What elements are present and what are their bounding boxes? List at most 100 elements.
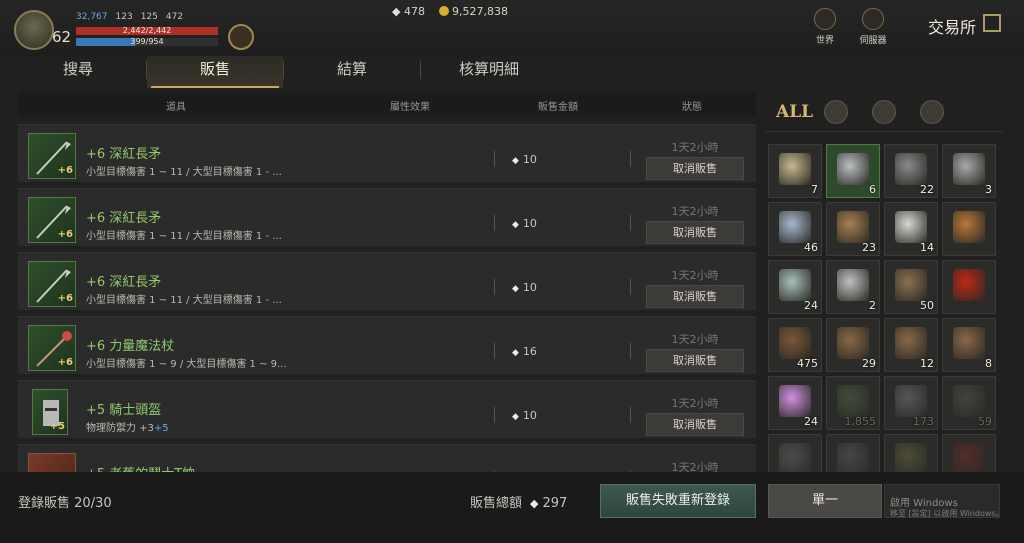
- inventory-slot[interactable]: 6: [826, 144, 880, 198]
- server-icon: [862, 8, 884, 30]
- tab-settle[interactable]: 結算: [284, 56, 420, 88]
- cancel-sale-button[interactable]: 取消販售: [646, 349, 744, 372]
- inventory-slot[interactable]: [768, 434, 822, 474]
- gold-count: 9,527,838: [451, 5, 508, 18]
- listing-list[interactable]: +6 +6 深紅長矛 小型目標傷害 1 ~ 11 / 大型目標傷害 1 - ..…: [18, 120, 758, 472]
- header-item: 道具: [166, 102, 186, 113]
- cancel-sale-button[interactable]: 取消販售: [646, 413, 744, 436]
- helmet-category-icon[interactable]: [824, 100, 848, 124]
- item-quantity: 7: [811, 183, 818, 196]
- tab-sell[interactable]: 販售: [147, 56, 283, 88]
- inventory-slot[interactable]: 23: [826, 202, 880, 256]
- inventory-slot[interactable]: 475: [768, 318, 822, 372]
- inventory-slot[interactable]: 1,855: [826, 376, 880, 430]
- diamond-icon: ◆: [512, 348, 519, 358]
- inventory-slot[interactable]: [942, 202, 996, 256]
- cancel-sale-button[interactable]: 取消販售: [646, 157, 744, 180]
- item-effect: 小型目標傷害 1 ~ 11 / 大型目標傷害 1 - ...: [86, 295, 282, 306]
- item-icon: [779, 153, 811, 185]
- inventory-slot[interactable]: 29: [826, 318, 880, 372]
- enhance-level: +6: [57, 357, 73, 368]
- inventory-slot[interactable]: 46: [768, 202, 822, 256]
- listing-row[interactable]: +6 +6 深紅長矛 小型目標傷害 1 ~ 11 / 大型目標傷害 1 - ..…: [18, 188, 756, 246]
- cancel-sale-button[interactable]: 取消販售: [646, 285, 744, 308]
- listing-row[interactable]: +6 +6 深紅長矛 小型目標傷害 1 ~ 11 / 大型目標傷害 1 - ..…: [18, 252, 756, 310]
- enhance-level: +6: [57, 293, 73, 304]
- enhance-level: +6: [57, 165, 73, 176]
- total-label: 販售總額: [470, 496, 523, 511]
- material-category-icon[interactable]: [920, 100, 944, 124]
- column-divider: [494, 407, 495, 423]
- main-tabs: 搜尋 販售 結算 核算明細: [10, 56, 758, 88]
- column-divider: [494, 215, 495, 231]
- inventory-slot[interactable]: 50: [884, 260, 938, 314]
- spear-icon: +6: [28, 133, 76, 179]
- world-button[interactable]: 世界: [810, 8, 840, 46]
- relist-failed-button[interactable]: 販售失敗重新登錄: [600, 484, 756, 518]
- player-avatar[interactable]: [14, 10, 54, 50]
- inventory-slot[interactable]: 59: [942, 376, 996, 430]
- inventory-slot[interactable]: 7: [768, 144, 822, 198]
- world-icon: [814, 8, 836, 30]
- inventory-slot[interactable]: 22: [884, 144, 938, 198]
- player-level: 62: [52, 28, 72, 46]
- listing-header: 道具 屬性效果 販售金額 狀態: [18, 92, 756, 116]
- listing-row[interactable]: +5 老舊的鬥士T恤 ◆10 1天2小時: [18, 444, 756, 472]
- item-quantity: 46: [804, 241, 818, 254]
- inventory-grid[interactable]: 7 6 22 3 46 23 14 24 2 50 475 29 12 8 24 1,855 173 59: [768, 144, 1002, 474]
- tab-accounting-details[interactable]: 核算明細: [421, 56, 557, 88]
- windows-activation-hint: 移至 [設定] 以啟用 Windows。: [890, 509, 1004, 518]
- server-button[interactable]: 伺服器: [856, 8, 890, 46]
- listing-row[interactable]: +5 +5 騎士頭盔 物理防禦力 +3+5 ◆ 10 1天2小時 取消販售: [18, 380, 756, 438]
- stat-two: 123: [115, 12, 133, 22]
- inventory-slot[interactable]: 24: [768, 376, 822, 430]
- single-mode-button[interactable]: 單一: [768, 484, 882, 518]
- item-quantity: 22: [920, 183, 934, 196]
- item-icon: [895, 385, 927, 417]
- exit-icon[interactable]: [983, 14, 1001, 32]
- listing-row[interactable]: +6 +6 深紅長矛 小型目標傷害 1 ~ 11 / 大型目標傷害 1 - ..…: [18, 124, 756, 182]
- inventory-slot[interactable]: [884, 434, 938, 474]
- effect-base: 物理防禦力 +3: [86, 423, 154, 434]
- inventory-panel: ALL 7 6 22 3 46 23 14 24 2 50 475 29 12 8 24 1,855 173 59: [766, 92, 1002, 474]
- inventory-slot[interactable]: [942, 434, 996, 474]
- item-quantity: 29: [862, 357, 876, 370]
- item-name: +6 深紅長矛: [86, 147, 162, 162]
- gold-coin-icon: [438, 6, 449, 16]
- tab-search[interactable]: 搜尋: [10, 56, 146, 88]
- inventory-slot[interactable]: 14: [884, 202, 938, 256]
- listing-row[interactable]: +6 +6 力量魔法杖 小型目標傷害 1 ~ 9 / 大型目標傷害 1 ~ 9.…: [18, 316, 756, 374]
- guild-emblem-icon[interactable]: [228, 24, 254, 50]
- column-divider: [494, 279, 495, 295]
- cancel-sale-button[interactable]: 取消販售: [646, 221, 744, 244]
- diamond-icon: ◆: [530, 497, 539, 510]
- time-remaining: 1天2小時: [671, 205, 719, 218]
- item-icon: [895, 269, 927, 301]
- effect-bonus: +5: [153, 423, 169, 434]
- gem-count: 478: [403, 5, 425, 18]
- inventory-slot[interactable]: 173: [884, 376, 938, 430]
- inventory-slot[interactable]: 3: [942, 144, 996, 198]
- inventory-slot[interactable]: [942, 260, 996, 314]
- player-stats: 32,767 123 125 472: [76, 12, 183, 22]
- category-all-tab[interactable]: ALL: [776, 102, 813, 122]
- inventory-slot[interactable]: 24: [768, 260, 822, 314]
- inventory-slot[interactable]: [826, 434, 880, 474]
- item-quantity: 1,855: [844, 415, 877, 428]
- inventory-slot[interactable]: 2: [826, 260, 880, 314]
- time-remaining: 1天2小時: [671, 397, 719, 410]
- bag-category-icon[interactable]: [872, 100, 896, 124]
- inventory-slot[interactable]: 8: [942, 318, 996, 372]
- item-icon: [953, 385, 985, 417]
- bottom-bar: 登錄販售 20/30 販售總額 ◆ 297 販售失敗重新登錄 單一 啟用 Windo…: [0, 472, 1024, 543]
- header-effect: 屬性效果: [390, 102, 430, 113]
- item-effect: 小型目標傷害 1 ~ 11 / 大型目標傷害 1 - ...: [86, 231, 282, 242]
- item-icon: [779, 385, 811, 417]
- item-quantity: 3: [985, 183, 992, 196]
- inventory-slot[interactable]: 12: [884, 318, 938, 372]
- item-name: +5 騎士頭盔: [86, 403, 162, 418]
- item-effect: 小型目標傷害 1 ~ 11 / 大型目標傷害 1 - ...: [86, 167, 282, 178]
- price-value: 10: [522, 409, 537, 422]
- enhance-level: +6: [57, 229, 73, 240]
- spear-icon: +6: [28, 261, 76, 307]
